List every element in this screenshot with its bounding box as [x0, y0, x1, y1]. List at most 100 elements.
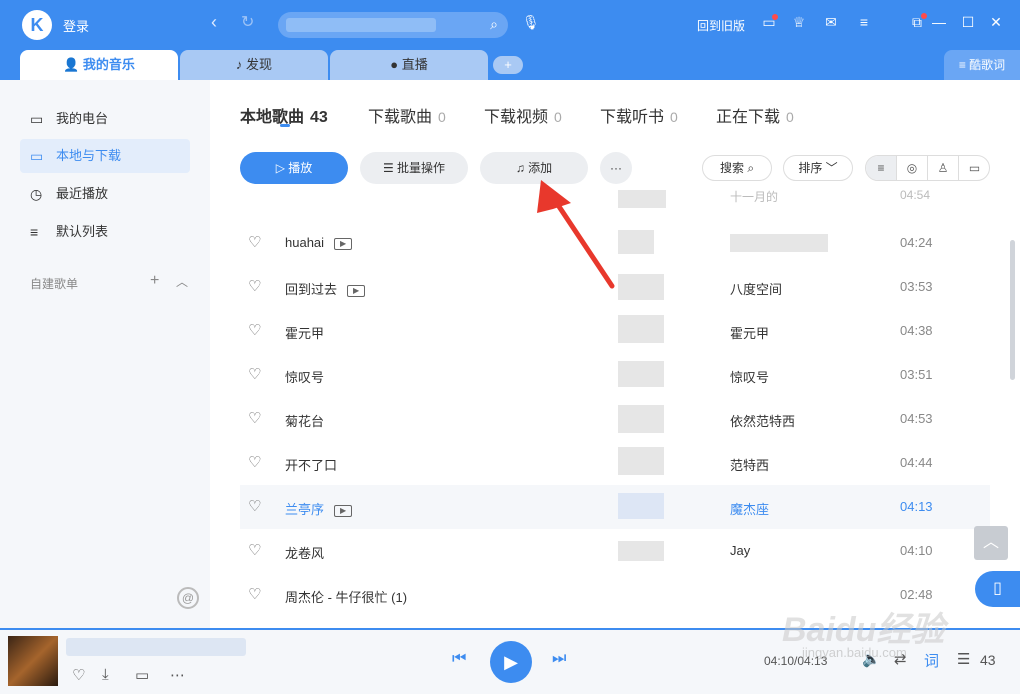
more-button[interactable]: ··· — [600, 152, 632, 184]
checklist-icon: ☰ — [382, 161, 398, 175]
mic-icon[interactable]: 🎙 — [522, 14, 540, 31]
song-name: 开不了口 — [285, 458, 338, 473]
play-pause-button[interactable]: ▶ — [490, 641, 532, 683]
prev-icon[interactable]: ⏮ — [452, 650, 466, 668]
heart-icon[interactable]: ♡ — [248, 453, 261, 471]
back-icon[interactable]: ‹ — [211, 12, 217, 33]
sidebar-item-radio[interactable]: ▭ 我的电台 — [20, 102, 190, 136]
old-version-link[interactable]: 回到旧版 — [697, 17, 745, 34]
tab-my-music[interactable]: 👤 我的音乐 — [20, 50, 178, 80]
lyric-toggle[interactable]: 词 — [924, 650, 939, 671]
playlist-count: 43 — [980, 652, 996, 668]
song-name: 惊叹号 — [285, 370, 325, 385]
table-row[interactable]: ♡ 龙卷风 Jay 04:10 — [240, 529, 990, 573]
notification-dot — [772, 14, 778, 20]
title-bar: K 登录 ‹ ↻ ⌕ 🎙 回到旧版 ▭ ♕ ✉ ≡ ⧉ — ☐ ✕ 👤 我的音乐… — [0, 0, 1020, 80]
view-mode-group: ≡ ◎ ♙ ▭ — [865, 155, 990, 181]
heart-icon[interactable]: ♡ — [248, 277, 261, 295]
chevron-down-icon: ﹀ — [825, 161, 838, 175]
heart-icon[interactable]: ♡ — [248, 585, 261, 603]
menu-icon[interactable]: ≡ — [855, 14, 873, 30]
artist-blur — [730, 234, 828, 252]
song-name: 周杰伦 - 牛仔很忙 (1) — [285, 590, 408, 605]
batch-operation-button[interactable]: ☰ 批量操作 — [360, 152, 468, 184]
login-link[interactable]: 登录 — [63, 16, 89, 35]
table-row-playing[interactable]: ♡ 兰亭序 ▶ 魔杰座 04:13 — [240, 485, 990, 529]
mv-icon[interactable]: ▶ — [334, 237, 353, 250]
note-icon: ♪ — [235, 57, 243, 72]
search-icon[interactable]: ⌕ — [490, 16, 498, 33]
album-view-icon[interactable]: ◎ — [897, 156, 928, 180]
heart-icon[interactable]: ♡ — [72, 666, 85, 684]
add-playlist-icon[interactable]: + — [150, 272, 159, 290]
heart-icon[interactable]: ♡ — [248, 497, 261, 515]
scrollbar[interactable] — [1010, 240, 1015, 380]
heart-icon[interactable]: ♡ — [248, 365, 261, 383]
minimize-icon[interactable]: — — [930, 14, 948, 30]
mv-icon[interactable]: ▶ — [334, 504, 353, 517]
play-icon: ▶ — [504, 652, 518, 672]
close-icon[interactable]: ✕ — [987, 14, 1005, 31]
list-view-icon[interactable]: ≡ — [866, 156, 897, 180]
album-blur — [618, 315, 664, 343]
add-song-button[interactable]: ♫ 添加 — [480, 152, 588, 184]
tab-downloaded-videos[interactable]: 下载视频 0 — [484, 103, 562, 127]
at-icon[interactable]: @ — [177, 587, 199, 609]
album-blur — [618, 405, 664, 433]
refresh-icon[interactable]: ↻ — [241, 12, 254, 32]
clock-icon: ◷ — [30, 186, 43, 202]
mv-icon[interactable]: ▶ — [347, 284, 366, 297]
more-icon[interactable]: ⋯ — [170, 666, 185, 684]
search-input[interactable]: ⌕ — [278, 12, 508, 38]
maximize-icon[interactable]: ☐ — [959, 14, 977, 31]
tab-downloading[interactable]: 正在下载 0 — [716, 103, 794, 127]
tab-downloaded-songs[interactable]: 下载歌曲 0 — [368, 103, 446, 127]
add-tab-button[interactable]: + — [493, 56, 523, 74]
next-icon[interactable]: ⏭ — [552, 650, 566, 668]
live-icon: ● — [390, 57, 399, 72]
tab-discover[interactable]: ♪ 发现 — [180, 50, 328, 80]
table-row[interactable]: ♡ 菊花台 依然范特西 04:53 — [240, 397, 990, 441]
play-all-button[interactable]: ▷ 播放 — [240, 152, 348, 184]
chevron-up-icon[interactable]: ︿ — [176, 273, 188, 290]
sidebar-item-recent[interactable]: ◷ 最近播放 — [20, 177, 190, 211]
folder-view-icon[interactable]: ▭ — [959, 156, 989, 180]
album-cover[interactable] — [8, 636, 58, 686]
person-icon: 👤 — [63, 57, 80, 72]
list-search-button[interactable]: 搜索 ⌕ — [702, 155, 772, 181]
album-blur — [618, 493, 664, 519]
radio-icon: ▭ — [30, 111, 44, 127]
artist-view-icon[interactable]: ♙ — [928, 156, 959, 180]
table-row[interactable]: ♡ 霍元甲 霍元甲 04:38 — [240, 309, 990, 353]
song-name: 龙卷风 — [285, 546, 325, 561]
table-row[interactable]: ♡ huahai ▶ 04:24 — [240, 221, 990, 265]
search-icon: ⌕ — [747, 161, 755, 175]
phone-sync-button[interactable]: ▯ — [975, 571, 1020, 607]
back-to-top-button[interactable]: ︿ — [974, 526, 1008, 560]
heart-icon[interactable]: ♡ — [248, 321, 261, 339]
tab-live[interactable]: ● 直播 — [330, 50, 488, 80]
skin-icon[interactable]: ♕ — [790, 14, 808, 31]
sidebar-item-local[interactable]: ▭ 本地与下载 — [20, 139, 190, 173]
heart-icon[interactable]: ♡ — [248, 233, 261, 251]
tab-downloaded-audiobooks[interactable]: 下载听书 0 — [600, 103, 678, 127]
download-icon[interactable]: ⤓ — [102, 666, 109, 683]
comment-icon[interactable]: ▭ — [135, 666, 149, 684]
phone-icon: ▯ — [993, 580, 1002, 597]
music-add-icon: ♫ — [515, 161, 529, 175]
table-row[interactable]: ♡ 惊叹号 惊叹号 03:51 — [240, 353, 990, 397]
table-row[interactable]: ♡ 回到过去 ▶ 八度空间 03:53 — [240, 265, 990, 309]
sidebar: ▭ 我的电台 ▭ 本地与下载 ◷ 最近播放 ≡ 默认列表 自建歌单 + ︿ @ — [0, 80, 210, 628]
sidebar-item-default-list[interactable]: ≡ 默认列表 — [20, 215, 190, 249]
search-placeholder-blur — [286, 18, 436, 32]
heart-icon[interactable]: ♡ — [248, 541, 261, 559]
kugou-logo[interactable]: K — [22, 10, 52, 40]
sort-button[interactable]: 排序 ﹀ — [783, 155, 853, 181]
playlist-icon[interactable]: ☰ — [957, 650, 970, 668]
table-row[interactable]: ♡ 开不了口 范特西 04:44 — [240, 441, 990, 485]
album-blur — [618, 190, 666, 208]
mail-icon[interactable]: ✉ — [822, 14, 840, 31]
lyric-button[interactable]: ≡ 酷歌词 — [944, 50, 1020, 80]
song-name: 菊花台 — [285, 414, 325, 429]
heart-icon[interactable]: ♡ — [248, 409, 261, 427]
